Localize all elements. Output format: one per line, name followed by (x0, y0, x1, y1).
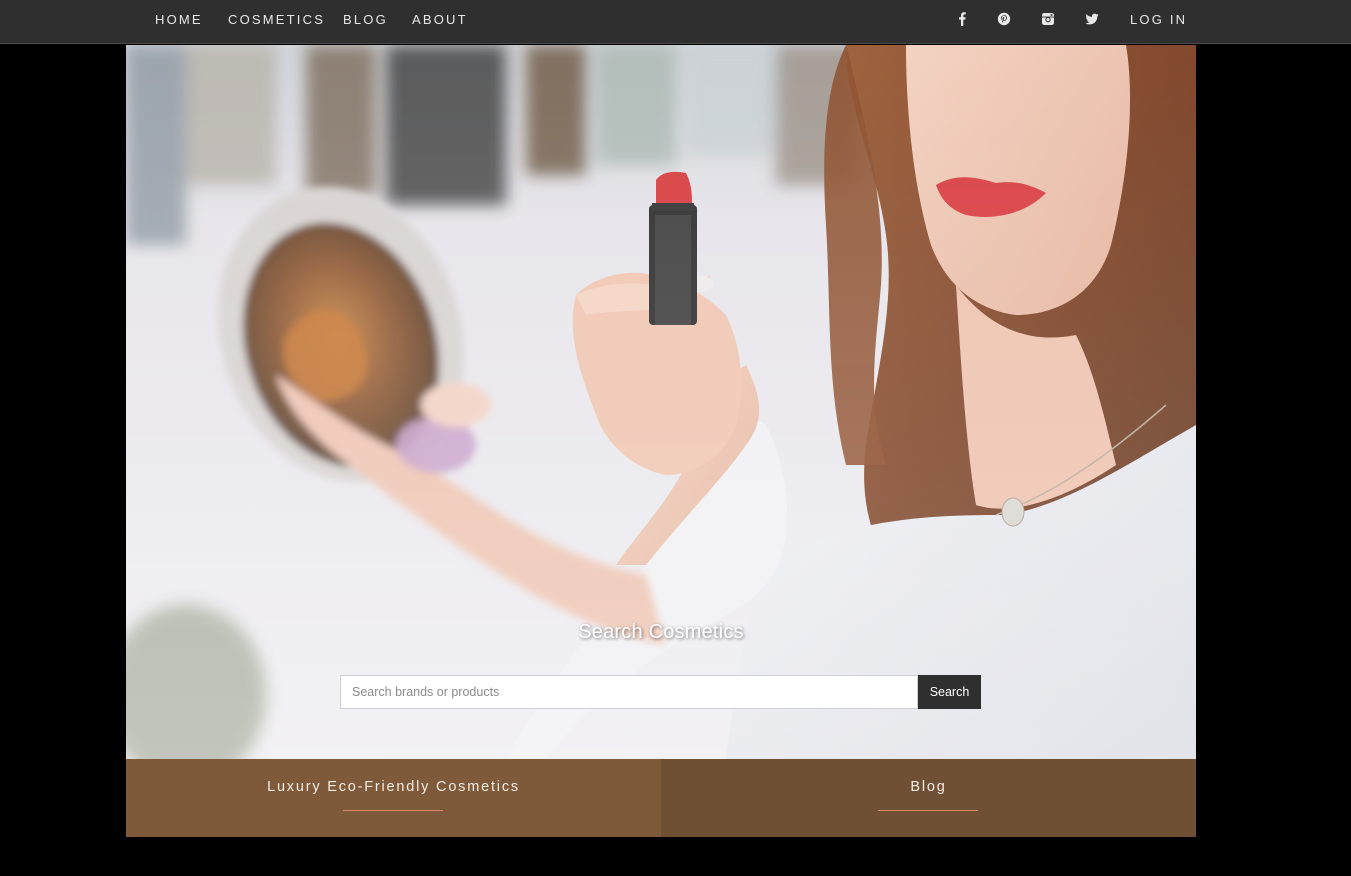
nav-link-home[interactable]: HOME (155, 12, 203, 27)
facebook-icon[interactable] (955, 12, 969, 26)
tile-blog[interactable]: Blog (661, 759, 1196, 837)
nav-link-about[interactable]: ABOUT (412, 12, 468, 27)
tile-title: Blog (910, 779, 947, 795)
instagram-icon[interactable] (1041, 12, 1055, 26)
login-link[interactable]: LOG IN (1130, 12, 1187, 27)
tile-eco-cosmetics[interactable]: Luxury Eco-Friendly Cosmetics (126, 759, 661, 837)
pinterest-icon[interactable] (997, 12, 1011, 26)
tile-underline (878, 810, 978, 811)
tile-underline (343, 810, 443, 811)
search-button[interactable]: Search (918, 675, 981, 709)
search-input[interactable] (340, 675, 918, 709)
twitter-icon[interactable] (1085, 12, 1099, 26)
hero-photo (126, 45, 1196, 759)
top-navigation-bar: HOME COSMETICS BLOG ABOUT LOG IN (0, 0, 1351, 44)
nav-link-cosmetics[interactable]: COSMETICS (228, 12, 325, 27)
nav-link-blog[interactable]: BLOG (343, 12, 388, 27)
hero-banner: Search Cosmetics Search (126, 45, 1196, 759)
hero-title: Search Cosmetics (578, 621, 744, 643)
tile-title: Luxury Eco-Friendly Cosmetics (267, 779, 520, 795)
search-form: Search (340, 675, 981, 709)
